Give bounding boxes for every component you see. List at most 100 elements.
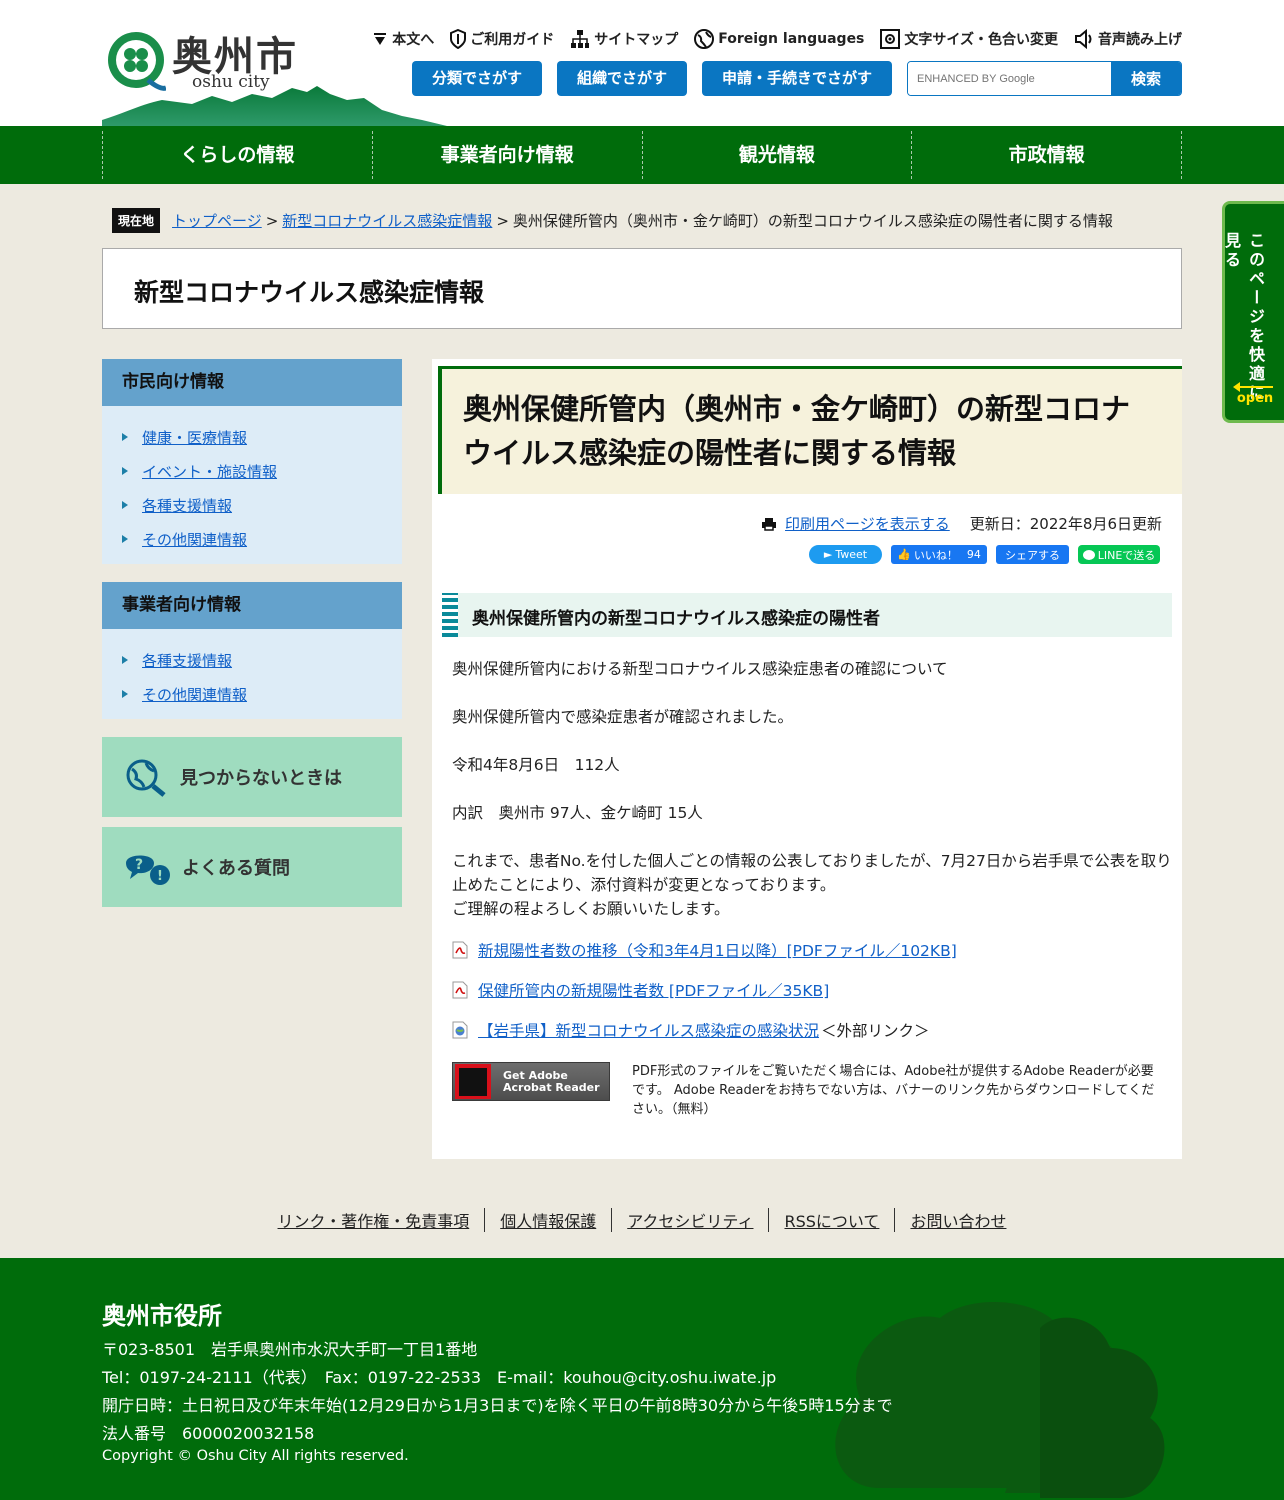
- sidebar-item: 各種支援情報: [102, 643, 402, 677]
- tweet-button[interactable]: ► Tweet: [809, 545, 882, 564]
- site-search: 検索: [907, 61, 1182, 96]
- category-title: 新型コロナウイルス感染症情報: [134, 278, 485, 307]
- triangle-bullet-icon: [122, 690, 130, 698]
- notice-paragraph: これまで、患者No.を付した個人ごとの情報の公表しておりましたが、7月27日から…: [452, 849, 1172, 921]
- facebook-share-button[interactable]: シェアする: [996, 545, 1069, 564]
- sidebar-link-health[interactable]: 健康・医療情報: [142, 427, 247, 448]
- file-link-row: 保健所管内の新規陽性者数 [PDFファイル／35KB]: [452, 979, 829, 1001]
- sidebar-item: イベント・施設情報: [102, 454, 402, 488]
- accessibility-side-tab[interactable]: このページを快適に見る open: [1222, 201, 1284, 423]
- tweet-label: Tweet: [835, 548, 868, 561]
- footer-link-rss[interactable]: RSSについて: [768, 1208, 894, 1232]
- sidebar-link-business-support[interactable]: 各種支援情報: [142, 650, 232, 671]
- usage-guide-label: ご利用ガイド: [470, 32, 555, 48]
- faq-banner[interactable]: ?! よくある質問: [102, 827, 402, 907]
- pdf-link-trend[interactable]: 新規陽性者数の推移（令和3年4月1日以降）[PDFファイル／102KB]: [478, 939, 957, 961]
- social-buttons: ► Tweet 👍 いいね！ 94 シェアする LINEで送る: [809, 545, 1160, 564]
- breadcrumb-separator: >: [496, 211, 509, 230]
- site-name-sub: oshu city: [192, 72, 270, 92]
- footer-address: 〒023-8501 岩手県奥州市水沢大手町一丁目1番地: [102, 1340, 478, 1359]
- search-by-procedure-button[interactable]: 申請・手続きでさがす: [702, 61, 892, 96]
- sitemap-label: サイトマップ: [594, 32, 679, 48]
- footer-link-privacy[interactable]: 個人情報保護: [484, 1208, 611, 1232]
- svg-text:?: ?: [135, 857, 143, 873]
- thumbs-up-icon: 👍: [897, 548, 911, 561]
- facebook-like-button[interactable]: 👍 いいね！ 94: [891, 545, 987, 564]
- sidebar-business-title: 事業者向け情報: [102, 582, 402, 629]
- line-share-button[interactable]: LINEで送る: [1078, 545, 1160, 564]
- sidebar-item: 各種支援情報: [102, 488, 402, 522]
- footer-copyright: Copyright © Oshu City All rights reserve…: [102, 1448, 409, 1464]
- line-label: LINEで送る: [1097, 548, 1156, 562]
- sidebar-citizen: 市民向け情報 健康・医療情報 イベント・施設情報 各種支援情報 その他関連情報: [102, 359, 402, 564]
- category-title-box: 新型コロナウイルス感染症情報: [102, 248, 1182, 329]
- get-adobe-reader-banner[interactable]: Get Adobe Acrobat Reader: [452, 1062, 610, 1101]
- nav-item-business[interactable]: 事業者向け情報: [373, 131, 643, 179]
- speaker-icon: [1075, 29, 1092, 49]
- usage-guide-link[interactable]: ご利用ガイド: [450, 29, 554, 49]
- breadcrumb-separator: >: [265, 211, 279, 230]
- sidebar-item: その他関連情報: [102, 677, 402, 711]
- heading-pattern-mark: [442, 593, 458, 637]
- pdf-file-icon: [452, 981, 468, 999]
- footer-corp-number: 法人番号 6000020032158: [102, 1424, 315, 1443]
- read-aloud-link[interactable]: 音声読み上げ: [1074, 29, 1182, 49]
- footer-link-contact[interactable]: お問い合わせ: [894, 1208, 1021, 1232]
- search-input[interactable]: [908, 62, 1111, 95]
- updated-date: 更新日：2022年8月6日更新: [969, 515, 1162, 533]
- twitter-bird-icon: ►: [823, 548, 833, 561]
- skip-to-content-link[interactable]: 本文へ: [372, 29, 434, 49]
- sidebar-business: 事業者向け情報 各種支援情報 その他関連情報: [102, 582, 402, 719]
- down-arrow-icon: [374, 33, 387, 45]
- acrobat-icon: [455, 1064, 491, 1099]
- nav-item-tourism[interactable]: 観光情報: [643, 131, 913, 179]
- nav-item-living[interactable]: くらしの情報: [103, 131, 373, 179]
- sitemap-icon: [571, 30, 590, 48]
- breadcrumb-top-link[interactable]: トップページ: [172, 210, 262, 231]
- search-by-category-button[interactable]: 分類でさがす: [412, 61, 542, 96]
- pdf-file-icon: [452, 941, 468, 959]
- sidebar-link-other[interactable]: その他関連情報: [142, 529, 247, 550]
- body-paragraph: 令和4年8月6日 112人: [452, 756, 620, 774]
- text-size-color-label: 文字サイズ・色合い変更: [904, 32, 1058, 48]
- not-found-banner[interactable]: 見つからないときは: [102, 737, 402, 817]
- print-page-link[interactable]: 印刷用ページを表示する: [785, 513, 950, 534]
- article-body: 奥州保健所管内における新型コロナウイルス感染症患者の確認について 奥州保健所管内…: [452, 657, 1172, 921]
- sitemap-link[interactable]: サイトマップ: [570, 29, 678, 49]
- pdf-link-new-cases[interactable]: 保健所管内の新規陽性者数 [PDFファイル／35KB]: [478, 979, 829, 1001]
- globe-icon: [694, 29, 715, 49]
- triangle-bullet-icon: [122, 656, 130, 664]
- footer-link-copyright[interactable]: リンク・著作権・免責事項: [263, 1208, 485, 1232]
- breadcrumb: 現在地 トップページ > 新型コロナウイルス感染症情報 > 奥州保健所管内（奥州…: [112, 208, 1113, 233]
- text-size-color-link[interactable]: 文字サイズ・色合い変更: [880, 29, 1058, 49]
- body-paragraph: 奥州保健所管内で感染症患者が確認されました。: [452, 708, 794, 726]
- not-found-label: 見つからないときは: [180, 768, 342, 789]
- triangle-bullet-icon: [122, 467, 130, 475]
- header: 奥州市 oshu city 本文へ ご利用ガイド サイトマップ Foreign …: [0, 0, 1284, 126]
- notice-line: ご理解の程よろしくお願いいたします。: [452, 900, 730, 918]
- main-article: 奥州保健所管内（奥州市・金ケ崎町）の新型コロナウイルス感染症の陽性者に関する情報…: [432, 359, 1182, 1159]
- read-aloud-label: 音声読み上げ: [1098, 32, 1182, 48]
- sidebar-link-events[interactable]: イベント・施設情報: [142, 461, 277, 482]
- external-link-suffix: ＜外部リンク＞: [821, 1022, 930, 1040]
- line-icon: [1082, 549, 1095, 560]
- search-by-organization-button[interactable]: 組織でさがす: [557, 61, 687, 96]
- search-button[interactable]: 検索: [1111, 62, 1181, 95]
- sidebar-item: その他関連情報: [102, 522, 402, 556]
- print-row: 印刷用ページを表示する 更新日：2022年8月6日更新: [761, 513, 1162, 534]
- guide-shield-icon: [450, 29, 467, 49]
- external-link-iwate[interactable]: 【岩手県】新型コロナウイルス感染症の感染状況: [478, 1019, 819, 1041]
- article-title-box: 奥州保健所管内（奥州市・金ケ崎町）の新型コロナウイルス感染症の陽性者に関する情報: [438, 366, 1182, 494]
- body-paragraph: 内訳 奥州市 97人、金ケ崎町 15人: [452, 804, 703, 822]
- breadcrumb-covid-link[interactable]: 新型コロナウイルス感染症情報: [282, 210, 492, 231]
- footer-link-accessibility[interactable]: アクセシビリティ: [611, 1208, 768, 1232]
- search-globe-icon: [126, 759, 166, 797]
- sidebar-link-support[interactable]: 各種支援情報: [142, 495, 232, 516]
- article-title: 奥州保健所管内（奥州市・金ケ崎町）の新型コロナウイルス感染症の陽性者に関する情報: [463, 392, 1131, 470]
- foreign-languages-link[interactable]: Foreign languages: [694, 29, 864, 49]
- footer-contact: Tel：0197-24-2111（代表） Fax：0197-22-2533 E-…: [102, 1368, 777, 1387]
- faq-bubble-icon: ?!: [126, 855, 170, 885]
- nav-item-city-admin[interactable]: 市政情報: [912, 131, 1182, 179]
- search-row: 分類でさがす 組織でさがす 申請・手続きでさがす 検索: [412, 61, 1182, 96]
- sidebar-link-business-other[interactable]: その他関連情報: [142, 684, 247, 705]
